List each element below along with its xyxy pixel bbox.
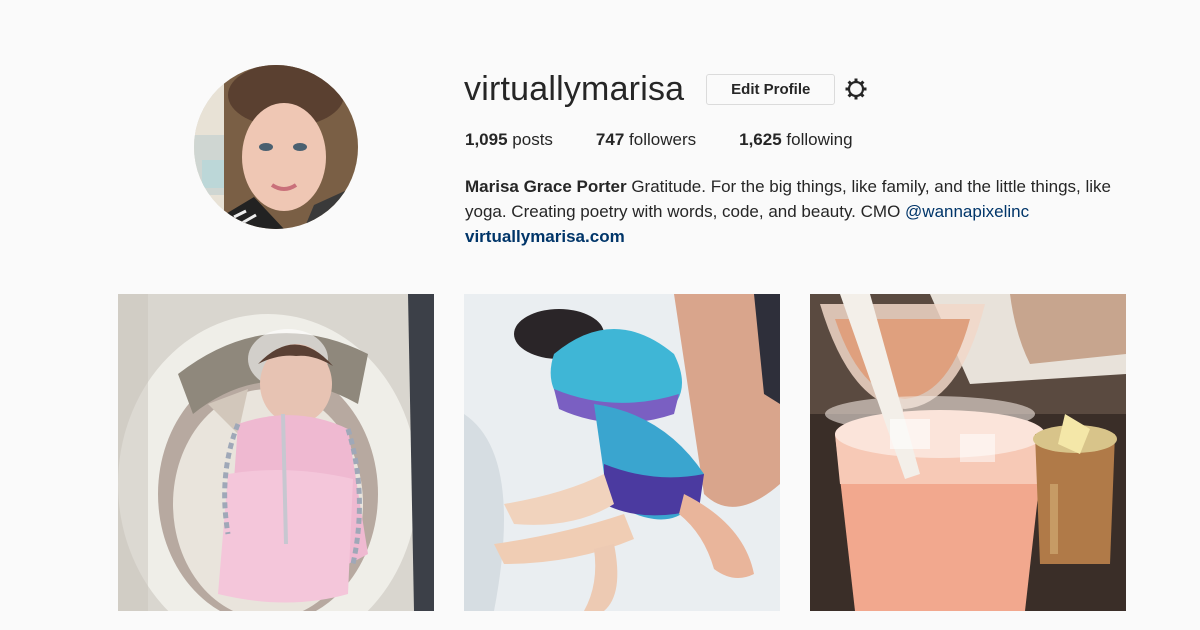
full-name: Marisa Grace Porter <box>465 177 627 196</box>
cocktails-photo <box>810 294 1126 611</box>
avatar[interactable] <box>194 65 358 229</box>
website-link[interactable]: virtuallymarisa.com <box>465 224 1125 249</box>
baby-photo <box>118 294 434 611</box>
child-at-beach-photo <box>464 294 780 611</box>
post-tile-baby[interactable] <box>118 294 434 611</box>
profile-bio: Marisa Grace Porter Gratitude. For the b… <box>465 174 1125 249</box>
posts-grid <box>118 294 1126 611</box>
followers-stat[interactable]: 747 followers <box>596 129 696 151</box>
mention-link[interactable]: @wannapixelinc <box>905 202 1029 221</box>
post-tile-child-beach[interactable] <box>464 294 780 611</box>
followers-label: followers <box>629 130 697 149</box>
gear-icon[interactable] <box>844 77 868 101</box>
profile-header: virtuallymarisa Edit Profile 1,095 posts… <box>0 0 1200 280</box>
username-row: virtuallymarisa Edit Profile <box>464 68 868 110</box>
gear-icon-graphic <box>845 78 867 100</box>
followers-count: 747 <box>595 130 625 149</box>
posts-count: 1,095 <box>465 130 508 149</box>
avatar-photo <box>194 65 358 229</box>
posts-stat: 1,095 posts <box>465 129 553 151</box>
post-tile-cocktails[interactable] <box>810 294 1126 611</box>
following-stat[interactable]: 1,625 following <box>739 129 852 151</box>
following-label: following <box>786 130 853 149</box>
edit-profile-button[interactable]: Edit Profile <box>706 73 836 105</box>
username: virtuallymarisa <box>464 70 685 108</box>
following-count: 1,625 <box>739 130 782 149</box>
posts-label: posts <box>512 130 553 149</box>
profile-stats: 1,095 posts 747 followers 1,625 followin… <box>465 129 896 151</box>
